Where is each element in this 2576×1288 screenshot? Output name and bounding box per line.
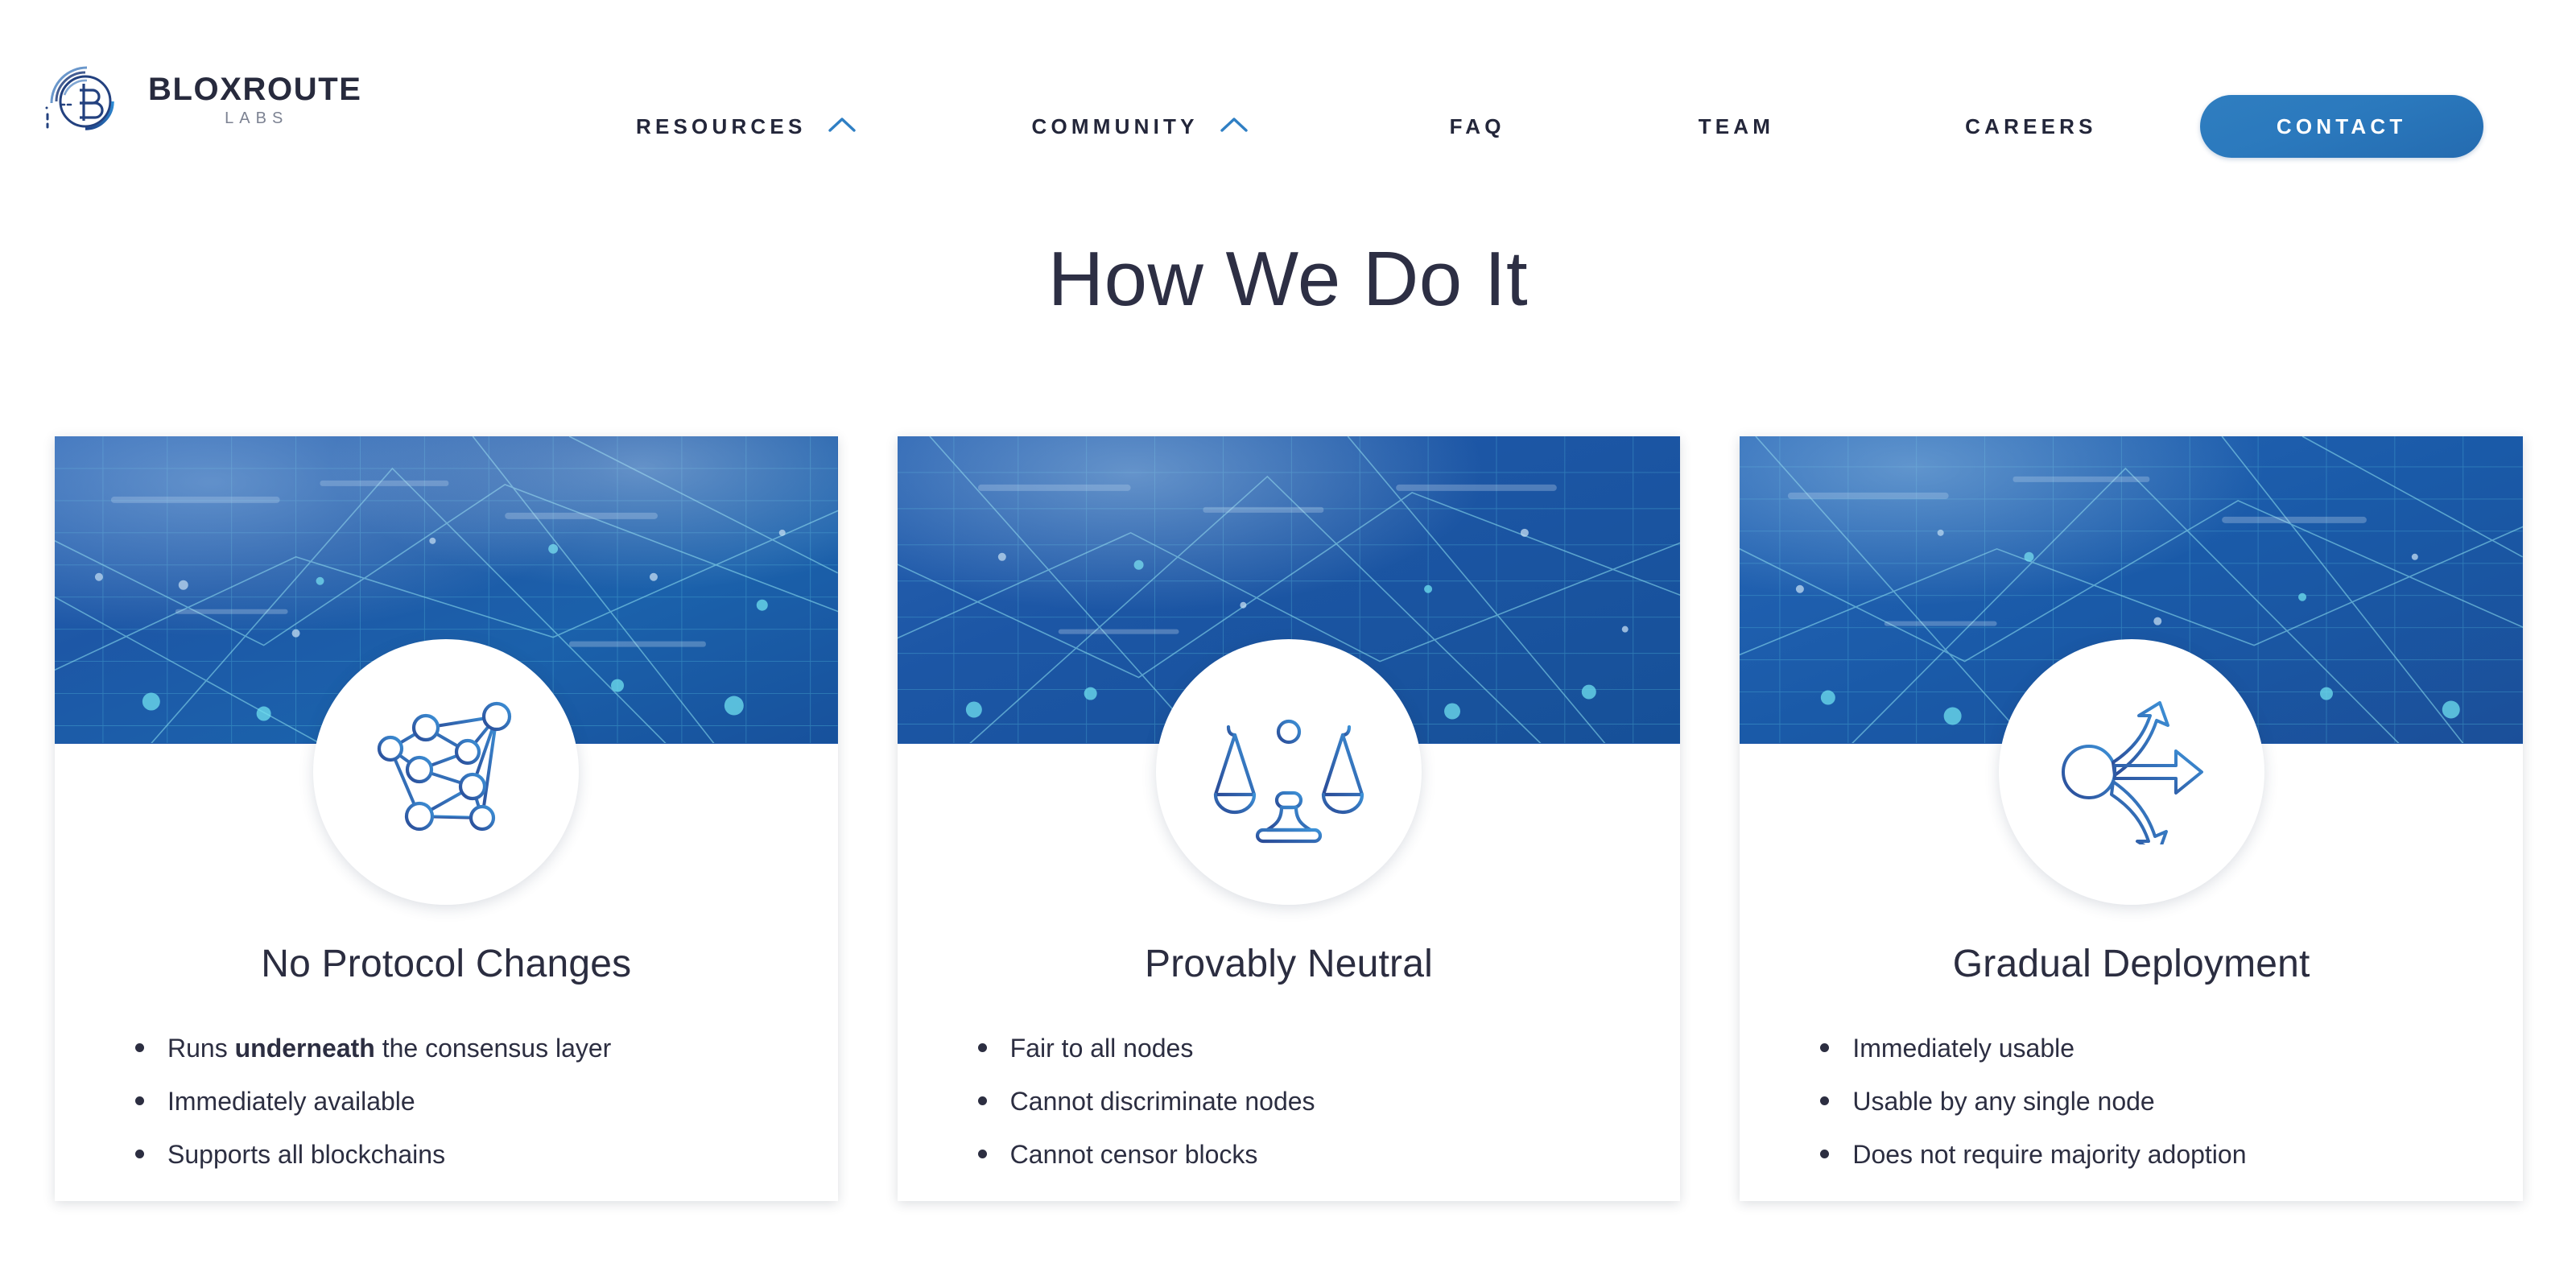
- site-header: BLOXROUTE LABS RESOURCES COMMUNITY FAQ T…: [0, 0, 2576, 242]
- card-bullet-list: Immediately usable Usable by any single …: [1814, 1032, 2490, 1191]
- bullet-text: Runs: [167, 1034, 235, 1063]
- nav-item-label: COMMUNITY: [1031, 114, 1199, 138]
- list-item: Cannot discriminate nodes: [972, 1085, 1648, 1117]
- main-navigation: RESOURCES COMMUNITY FAQ TEAM CAREERS CON…: [636, 95, 2483, 158]
- chevron-up-icon[interactable]: [828, 116, 857, 134]
- bullet-text: Cannot discriminate nodes: [1009, 1087, 1315, 1116]
- bullet-text: Immediately usable: [1852, 1034, 2075, 1063]
- nav-item-label: CAREERS: [1965, 114, 2097, 138]
- card-title: Gradual Deployment: [1952, 943, 2310, 985]
- card-icon-circle: [1156, 639, 1422, 905]
- nav-item-community[interactable]: COMMUNITY: [1032, 114, 1249, 139]
- card-icon-circle: [1998, 639, 2264, 905]
- card-bullet-list: Runs underneath the consensus layer Imme…: [129, 1032, 805, 1191]
- nav-item-label: RESOURCES: [636, 114, 807, 138]
- bullet-text: Fair to all nodes: [1009, 1034, 1194, 1063]
- list-item: Immediately usable: [1814, 1032, 2490, 1064]
- list-item: Supports all blockchains: [129, 1138, 805, 1170]
- card-icon-circle: [313, 639, 580, 905]
- chevron-up-icon[interactable]: [1220, 116, 1249, 134]
- branching-arrows-icon: [2055, 700, 2208, 844]
- list-item: Cannot censor blocks: [972, 1138, 1648, 1170]
- card-gradual-deployment[interactable]: Gradual Deployment Immediately usable Us…: [1740, 436, 2524, 1201]
- card-no-protocol-changes[interactable]: No Protocol Changes Runs underneath the …: [55, 436, 838, 1201]
- logo[interactable]: BLOXROUTE LABS: [42, 58, 362, 142]
- card-grid: No Protocol Changes Runs underneath the …: [55, 436, 2524, 1201]
- bullet-text-after: the consensus layer: [374, 1034, 612, 1063]
- list-item: Usable by any single node: [1814, 1085, 2490, 1117]
- bullet-text: Does not require majority adoption: [1852, 1140, 2247, 1169]
- nav-item-faq[interactable]: FAQ: [1450, 114, 1505, 139]
- nav-item-label: FAQ: [1449, 114, 1505, 138]
- page-title: How We Do It: [1047, 236, 1529, 322]
- logo-sub: LABS: [225, 109, 289, 127]
- list-item: Runs underneath the consensus layer: [129, 1032, 805, 1064]
- list-item: Does not require majority adoption: [1814, 1138, 2490, 1170]
- bullet-text: Immediately available: [167, 1087, 415, 1116]
- card-title: No Protocol Changes: [261, 943, 632, 985]
- nav-item-resources[interactable]: RESOURCES: [636, 114, 857, 139]
- contact-button[interactable]: CONTACT: [2199, 95, 2483, 158]
- nav-item-label: TEAM: [1698, 114, 1775, 138]
- logo-wordmark: BLOXROUTE LABS: [148, 72, 362, 128]
- bullet-text: Usable by any single node: [1852, 1087, 2155, 1116]
- card-provably-neutral[interactable]: Provably Neutral Fair to all nodes Canno…: [897, 436, 1681, 1201]
- balance-scales-icon: [1212, 700, 1365, 844]
- nav-item-careers[interactable]: CAREERS: [1965, 114, 2097, 139]
- card-bullet-list: Fair to all nodes Cannot discriminate no…: [972, 1032, 1648, 1191]
- bloxroute-circular-b-logo-icon: [42, 58, 126, 142]
- network-mesh-icon: [369, 696, 522, 848]
- list-item: Fair to all nodes: [972, 1032, 1648, 1064]
- bullet-text: Cannot censor blocks: [1009, 1140, 1258, 1169]
- card-title: Provably Neutral: [1144, 943, 1434, 985]
- logo-word: BLOXROUTE: [148, 71, 362, 107]
- bullet-bold: underneath: [234, 1034, 375, 1063]
- nav-item-team[interactable]: TEAM: [1699, 114, 1774, 139]
- list-item: Immediately available: [129, 1085, 805, 1117]
- bullet-text: Supports all blockchains: [167, 1140, 446, 1169]
